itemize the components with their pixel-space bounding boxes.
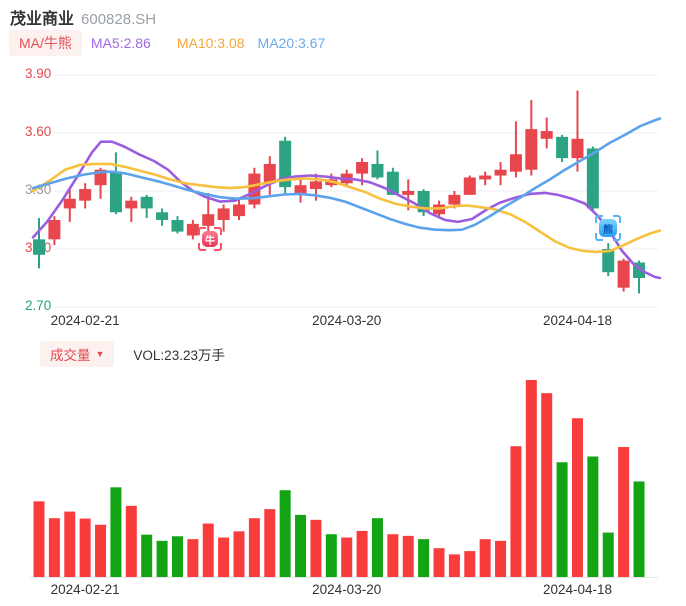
candle-body (140, 196, 153, 209)
volume-bar (402, 535, 414, 577)
volume-bar (95, 524, 107, 577)
candle-body (48, 219, 61, 240)
volume-bar (433, 548, 445, 577)
candle-body (233, 204, 246, 217)
volume-bar (479, 539, 491, 577)
volume-bar (602, 532, 614, 577)
volume-header: 成交量 ▼ VOL:23.23万手 (40, 341, 225, 367)
volume-xaxis-labels: 2024-02-21 2024-03-20 2024-04-18 (0, 582, 686, 600)
volume-bar (156, 540, 168, 577)
candle-body (463, 177, 476, 195)
volume-bar (341, 537, 353, 577)
candle-body (617, 260, 630, 288)
volume-bar (110, 487, 122, 577)
candle-body (63, 198, 76, 209)
volume-bar (571, 418, 583, 577)
candle-body (479, 175, 492, 180)
candle-body (509, 154, 522, 172)
candle-body (402, 190, 415, 195)
volume-bar (464, 551, 476, 577)
date-axis-tick: 2024-02-21 (50, 313, 120, 328)
volume-bar (587, 456, 599, 577)
candle-body (125, 200, 138, 209)
volume-bar (248, 518, 260, 577)
volume-bar (171, 536, 183, 577)
candle-body (217, 208, 230, 220)
volume-bar (541, 393, 553, 577)
date-axis-tick: 2024-04-18 (542, 582, 612, 597)
candle-body (571, 138, 584, 159)
ma20-legend[interactable]: MA20:3.67 (258, 35, 326, 51)
volume-bar (125, 505, 137, 577)
volume-bar (356, 530, 368, 577)
candle-body (79, 189, 92, 201)
volume-value-label: VOL:23.23万手 (133, 348, 225, 363)
volume-bar (618, 447, 630, 577)
volume-bar (325, 534, 337, 577)
ma-bull-bear-badge[interactable]: MA/牛熊 (9, 30, 82, 56)
volume-bar (279, 490, 291, 577)
header: 茂业商业 600828.SH (10, 5, 156, 29)
date-axis-tick: 2024-03-20 (312, 582, 382, 597)
volume-bar (371, 518, 383, 577)
volume-bar (295, 514, 307, 577)
candle-body (33, 239, 45, 255)
volume-selector-label: 成交量 (50, 348, 91, 363)
candle-body (448, 194, 461, 205)
volume-bar (525, 380, 537, 577)
volume-bars-layer (33, 380, 645, 577)
ma10-legend[interactable]: MA10:3.08 (177, 35, 245, 51)
stock-code: 600828.SH (81, 11, 157, 28)
candle-body (356, 161, 369, 174)
volume-selector[interactable]: 成交量 ▼ (40, 341, 115, 367)
volume-bar (556, 462, 568, 577)
candle-body (171, 219, 184, 232)
volume-bar (387, 534, 399, 577)
caret-down-icon: ▼ (95, 349, 105, 359)
candle-body (109, 171, 122, 213)
ma-legend: MA/牛熊 MA5:2.86 MA10:3.08 MA20:3.67 (9, 30, 325, 56)
candle-body (556, 136, 569, 159)
volume-bar (310, 519, 322, 577)
volume-bar (218, 537, 230, 577)
price-xaxis-labels: 2024-02-21 2024-03-20 2024-04-18 (0, 313, 686, 331)
volume-bar (79, 518, 91, 577)
volume-bar (64, 511, 76, 577)
volume-bar (495, 540, 507, 577)
volume-bar (202, 523, 214, 577)
volume-bar (33, 501, 45, 577)
price-volume-chart[interactable] (0, 0, 686, 606)
candles-layer (33, 90, 646, 294)
ma5-legend[interactable]: MA5:2.86 (91, 35, 151, 51)
bull-badge: 牛 (202, 231, 218, 247)
candle-body (309, 181, 322, 190)
volume-bar (48, 518, 60, 577)
candle-body (540, 131, 553, 139)
volume-bar (418, 539, 430, 577)
bull-marker-icon[interactable]: 牛 (198, 227, 222, 251)
volume-bar (141, 534, 153, 577)
volume-bar (448, 554, 460, 577)
volume-bar (187, 539, 199, 577)
stock-chart-app: 茂业商业 600828.SH MA/牛熊 MA5:2.86 MA10:3.08 M… (0, 0, 686, 606)
date-axis-tick: 2024-02-21 (50, 582, 120, 597)
candle-body (202, 214, 215, 226)
date-axis-tick: 2024-03-20 (312, 313, 382, 328)
ma5-line (31, 140, 662, 280)
volume-bar (510, 446, 522, 577)
bear-badge: 熊 (599, 219, 617, 237)
volume-bar (233, 531, 245, 577)
candle-body (156, 212, 169, 220)
bear-marker-icon[interactable]: 熊 (595, 215, 621, 241)
candle-body (525, 129, 538, 170)
stock-name: 茂业商业 (10, 11, 75, 28)
candle-body (494, 169, 507, 176)
date-axis-tick: 2024-04-18 (542, 313, 612, 328)
volume-bar (633, 481, 645, 577)
candle-body (371, 163, 384, 178)
volume-bar (264, 509, 276, 577)
